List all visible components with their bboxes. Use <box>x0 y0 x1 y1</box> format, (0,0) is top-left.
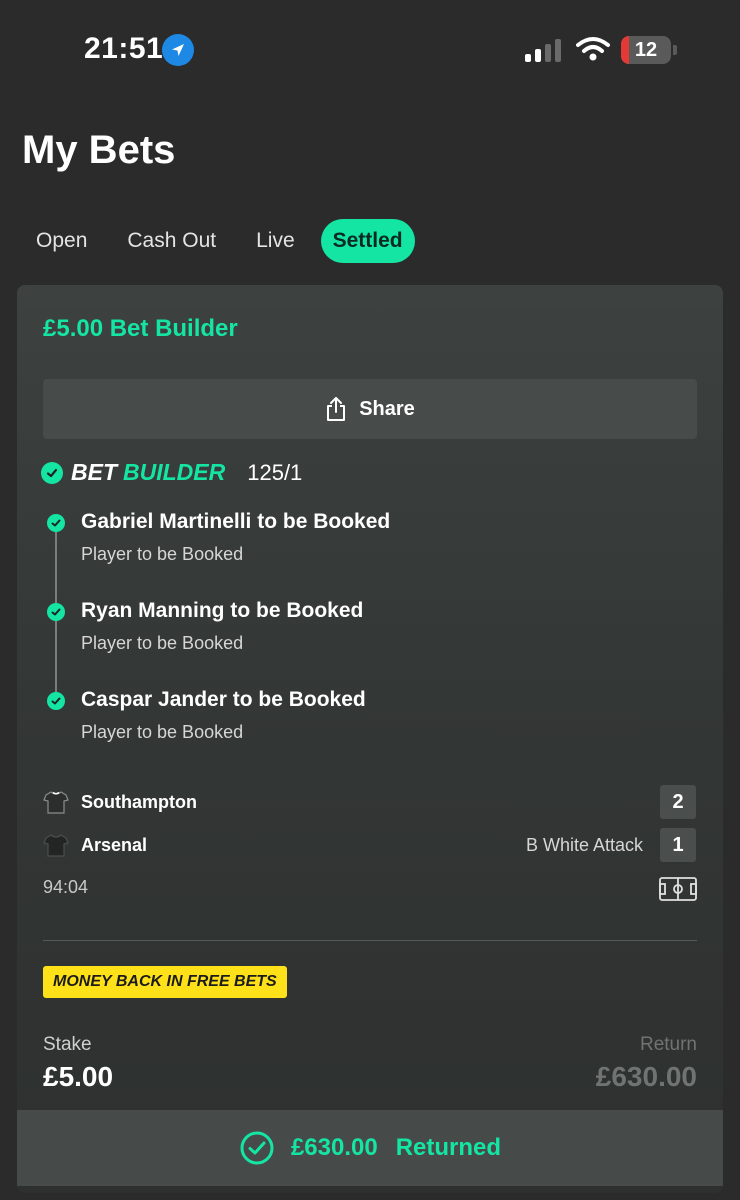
bet-tabs: Open Cash Out Live Settled <box>22 218 415 264</box>
home-team-name: Southampton <box>81 791 197 812</box>
share-label: Share <box>359 397 415 420</box>
match-event: B White Attack <box>525 835 643 855</box>
home-shirt-icon <box>43 791 69 814</box>
bet-builder-label-builder: BUILDER <box>123 459 226 485</box>
away-score: 1 <box>660 828 696 862</box>
return-label: Return <box>639 1034 697 1055</box>
bet-title: £5.00 Bet Builder <box>43 315 238 342</box>
returned-amount: £630.00 <box>290 1134 378 1161</box>
leg-check-icon <box>47 514 65 532</box>
away-team-name: Arsenal <box>81 834 148 855</box>
leg-market: Player to be Booked <box>81 544 244 564</box>
cellular-signal-icon <box>525 38 561 62</box>
tab-cash-out[interactable]: Cash Out <box>113 219 230 263</box>
bet-card: £5.00 Bet Builder Share BET BUILDER 125/… <box>17 285 723 1193</box>
status-bar: 21:51 12 <box>0 0 740 100</box>
check-circle-icon <box>41 461 63 484</box>
promo-text: MONEY BACK IN FREE BETS <box>53 973 277 990</box>
pitch-icon[interactable] <box>659 877 697 901</box>
check-circle-outline-icon <box>240 1131 274 1165</box>
promo-badge: MONEY BACK IN FREE BETS <box>43 966 287 998</box>
home-team: Southampton <box>43 789 197 815</box>
tab-settled[interactable]: Settled <box>320 219 415 263</box>
stake-label: Stake <box>43 1034 92 1055</box>
tab-live[interactable]: Live <box>242 219 309 263</box>
wifi-icon <box>576 36 610 67</box>
bet-builder-header: BET BUILDER 125/1 <box>41 459 302 486</box>
battery-icon: 12 <box>621 36 671 64</box>
battery-tip <box>673 45 677 55</box>
leg-check-icon <box>47 692 65 710</box>
share-icon <box>327 397 346 421</box>
bet-odds: 125/1 <box>247 459 303 485</box>
bet-builder-label-bet: BET <box>71 459 117 485</box>
leg-selection: Gabriel Martinelli to be Booked <box>81 510 391 533</box>
leg-check-icon <box>47 603 65 621</box>
location-arrow-icon <box>162 34 194 66</box>
returned-status-bar: £630.00 Returned <box>17 1110 723 1186</box>
returned-label: Returned <box>395 1134 502 1161</box>
clock: 21:51 <box>84 32 164 65</box>
stake-value: £5.00 <box>43 1061 114 1092</box>
page-title: My Bets <box>22 128 176 172</box>
leg-selection: Caspar Jander to be Booked <box>81 688 366 711</box>
divider <box>43 940 697 941</box>
tab-open[interactable]: Open <box>22 219 101 263</box>
leg-selection: Ryan Manning to be Booked <box>81 599 364 622</box>
share-button[interactable]: Share <box>43 379 697 439</box>
leg-market: Player to be Booked <box>81 633 244 653</box>
away-shirt-icon <box>43 834 69 857</box>
battery-level: 12 <box>634 39 658 61</box>
home-score: 2 <box>660 785 696 819</box>
leg-market: Player to be Booked <box>81 722 244 742</box>
match-clock: 94:04 <box>43 877 89 897</box>
return-value: £630.00 <box>595 1061 697 1092</box>
away-team: Arsenal <box>43 832 147 858</box>
